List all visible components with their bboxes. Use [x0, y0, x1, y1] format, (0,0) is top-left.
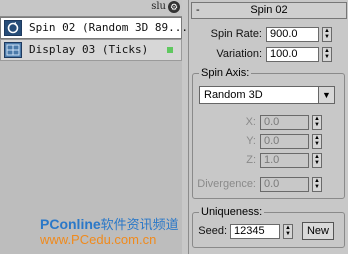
event-item-display[interactable]: Display 03 (Ticks) [0, 39, 182, 61]
spin-rate-label: Spin Rate: [210, 28, 262, 40]
seed-field[interactable]: 12345 [230, 224, 280, 239]
spin-axis-selected: Random 3D [204, 89, 263, 101]
event-list-header-text: slu [151, 1, 166, 12]
watermark-url: www.PCedu.com.cn [40, 232, 157, 247]
axis-z-label: Z: [246, 154, 256, 166]
variation-label: Variation: [216, 48, 262, 60]
axis-x-spinner[interactable]: ▲ ▼ [312, 115, 322, 130]
gear-icon[interactable]: ⚙ [168, 1, 180, 13]
display-icon [4, 42, 22, 58]
event-list-header: slu ⚙ [0, 0, 182, 17]
axis-y-label: Y: [246, 135, 256, 147]
spin-rate-field[interactable]: 900.0 [266, 27, 319, 42]
event-item-spin[interactable]: Spin 02 (Random 3D 89... [0, 17, 188, 39]
variation-spinner[interactable]: ▲ ▼ [322, 47, 332, 62]
seed-label: Seed: [198, 225, 227, 237]
event-list-panel: slu ⚙ Spin 02 (Random 3D 89... Display 0… [0, 0, 188, 254]
axis-z-spinner[interactable]: ▲ ▼ [312, 153, 322, 168]
axis-y-field[interactable]: 0.0 [260, 134, 309, 149]
seed-spinner[interactable]: ▲ ▼ [283, 224, 293, 239]
watermark-channel: 软件资讯频道 [100, 217, 179, 232]
divergence-label: Divergence: [197, 178, 256, 190]
spinner-down-icon[interactable]: ▼ [313, 122, 321, 128]
variation-field[interactable]: 100.0 [266, 47, 319, 62]
spinner-down-icon[interactable]: ▼ [323, 34, 331, 40]
spin-axis-group-label: Spin Axis: [199, 67, 252, 79]
spin-icon [4, 20, 22, 36]
axis-x-label: X: [245, 116, 256, 128]
spinner-down-icon[interactable]: ▼ [313, 184, 321, 190]
axis-x-field[interactable]: 0.0 [260, 115, 309, 130]
event-item-label: Spin 02 (Random 3D 89... [29, 21, 188, 34]
watermark-brand: PConline [40, 216, 101, 232]
spin-rate-spinner[interactable]: ▲ ▼ [322, 27, 332, 42]
axis-y-spinner[interactable]: ▲ ▼ [312, 134, 322, 149]
spinner-down-icon[interactable]: ▼ [313, 141, 321, 147]
watermark-line1: PConline软件资讯频道 [40, 214, 179, 233]
rollout-header[interactable]: - Spin 02 [191, 2, 347, 19]
divergence-field[interactable]: 0.0 [260, 177, 309, 192]
spin-rollout-panel: - Spin 02 Spin Rate: 900.0 ▲ ▼ Variation:… [188, 0, 348, 254]
rollout-title: Spin 02 [250, 4, 288, 16]
collapse-icon[interactable]: - [196, 3, 200, 18]
event-status-indicator [167, 47, 173, 53]
divergence-spinner[interactable]: ▲ ▼ [312, 177, 322, 192]
spinner-down-icon[interactable]: ▼ [313, 160, 321, 166]
spin-axis-dropdown[interactable]: Random 3D ▼ [199, 86, 335, 104]
new-seed-button[interactable]: New [302, 222, 334, 240]
event-item-label: Display 03 (Ticks) [29, 43, 149, 56]
axis-z-field[interactable]: 1.0 [260, 153, 309, 168]
spinner-down-icon[interactable]: ▼ [323, 54, 331, 60]
chevron-down-icon[interactable]: ▼ [318, 87, 334, 103]
spinner-down-icon[interactable]: ▼ [284, 231, 292, 237]
uniqueness-group-label: Uniqueness: [199, 206, 265, 218]
